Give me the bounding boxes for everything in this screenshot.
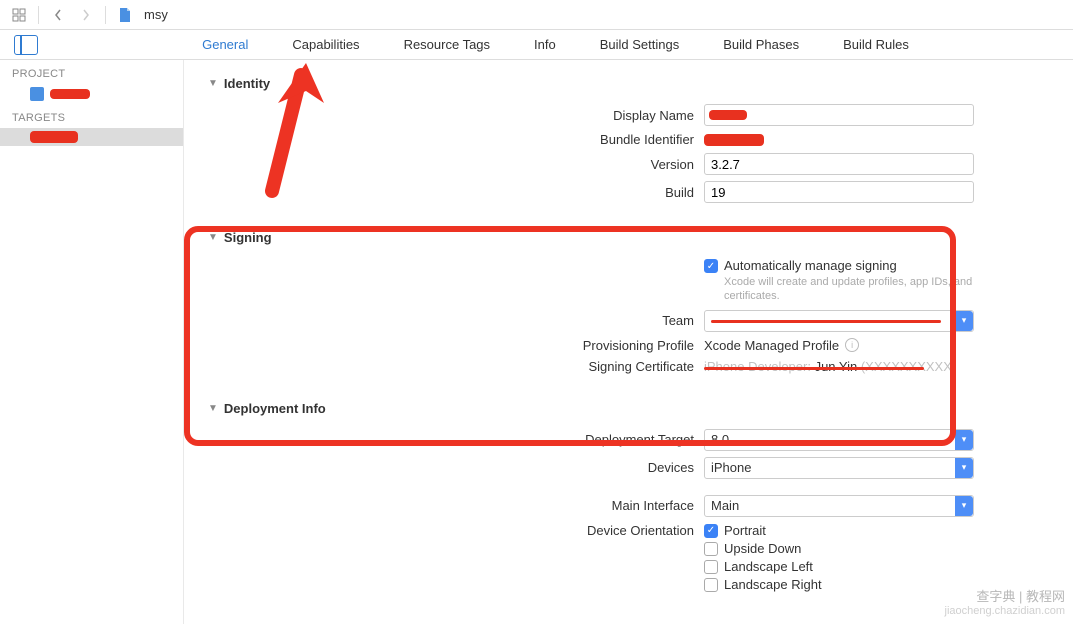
divider [105, 6, 106, 24]
chevron-down-icon: ▾ [955, 430, 973, 450]
chevron-down-icon: ▾ [955, 458, 973, 478]
label-deployment-target: Deployment Target [184, 432, 704, 447]
value-provisioning: Xcode Managed Profile [704, 338, 839, 353]
chevron-down-icon: ▾ [955, 311, 973, 331]
breadcrumb-file-name[interactable]: msy [144, 7, 168, 22]
checkbox-auto-signing[interactable]: ✓ [704, 259, 718, 273]
editor-tabs-row: General Capabilities Resource Tags Info … [0, 30, 1073, 60]
divider [38, 6, 39, 24]
input-display-name[interactable] [704, 104, 974, 126]
label-device-orientation: Device Orientation [184, 523, 704, 538]
label-devices: Devices [184, 460, 704, 475]
tab-capabilities[interactable]: Capabilities [270, 30, 381, 60]
label-main-interface: Main Interface [184, 498, 704, 513]
main-split: PROJECT TARGETS ▼ Identity Display Name … [0, 60, 1073, 624]
disclosure-triangle-icon: ▼ [208, 403, 218, 414]
label-auto-signing: Automatically manage signing [724, 258, 1004, 273]
redacted-project-name [50, 89, 90, 99]
label-signing-cert: Signing Certificate [184, 359, 704, 374]
label-landscape-right: Landscape Right [724, 577, 822, 592]
section-title-deployment: Deployment Info [224, 401, 326, 416]
label-build: Build [184, 185, 704, 200]
sidebar-target-item[interactable] [0, 128, 183, 146]
back-icon[interactable] [49, 6, 67, 24]
sidebar-project-item[interactable] [0, 84, 183, 104]
identity-form: Display Name Bundle Identifier Version B… [184, 97, 1073, 224]
value-main-interface: Main [711, 498, 739, 513]
project-icon [30, 87, 44, 101]
project-navigator-sidebar: PROJECT TARGETS [0, 60, 184, 624]
tab-general[interactable]: General [180, 30, 270, 60]
signing-form: ✓ Automatically manage signing Xcode wil… [184, 251, 1073, 395]
tab-resource-tags[interactable]: Resource Tags [382, 30, 512, 60]
select-main-interface[interactable]: Main ▾ [704, 495, 974, 517]
chevron-down-icon: ▾ [955, 496, 973, 516]
top-toolbar: msy [0, 0, 1073, 30]
label-version: Version [184, 157, 704, 172]
section-header-deployment[interactable]: ▼ Deployment Info [184, 395, 1073, 422]
section-header-identity[interactable]: ▼ Identity [184, 70, 1073, 97]
editor-content: ▼ Identity Display Name Bundle Identifie… [184, 60, 1073, 624]
redacted-bundle-id [704, 134, 764, 146]
sidebar-project-label: PROJECT [0, 60, 183, 84]
tab-build-settings[interactable]: Build Settings [578, 30, 702, 60]
label-upside-down: Upside Down [724, 541, 801, 556]
disclosure-triangle-icon: ▼ [208, 78, 218, 89]
checkbox-landscape-right[interactable] [704, 578, 718, 592]
value-deployment-target: 8.0 [711, 432, 729, 447]
value-devices: iPhone [711, 460, 751, 475]
tab-info[interactable]: Info [512, 30, 578, 60]
section-title-signing: Signing [224, 230, 272, 245]
info-icon[interactable]: i [845, 338, 859, 352]
tab-build-rules[interactable]: Build Rules [821, 30, 931, 60]
sidebar-targets-label: TARGETS [0, 104, 183, 128]
label-provisioning: Provisioning Profile [184, 338, 704, 353]
panel-toggle-icon[interactable] [14, 35, 38, 55]
watermark: 查字典 | 教程网 jiaocheng.chazidian.com [945, 589, 1065, 618]
deployment-form: Deployment Target 8.0 ▾ Devices iPhone ▾ [184, 422, 1073, 613]
input-version[interactable] [704, 153, 974, 175]
disclosure-triangle-icon: ▼ [208, 232, 218, 243]
select-deployment-target[interactable]: 8.0 ▾ [704, 429, 974, 451]
input-build[interactable] [704, 181, 974, 203]
label-landscape-left: Landscape Left [724, 559, 813, 574]
helper-auto-signing: Xcode will create and update profiles, a… [724, 275, 1004, 304]
section-header-signing[interactable]: ▼ Signing [184, 224, 1073, 251]
label-bundle-id: Bundle Identifier [184, 132, 704, 147]
forward-icon[interactable] [77, 6, 95, 24]
redacted-target-name [30, 131, 78, 143]
label-portrait: Portrait [724, 523, 766, 538]
label-team: Team [184, 313, 704, 328]
select-devices[interactable]: iPhone ▾ [704, 457, 974, 479]
checkbox-upside-down[interactable] [704, 542, 718, 556]
tab-build-phases[interactable]: Build Phases [701, 30, 821, 60]
section-title-identity: Identity [224, 76, 270, 91]
checkbox-portrait[interactable]: ✓ [704, 524, 718, 538]
checkbox-landscape-left[interactable] [704, 560, 718, 574]
select-team[interactable]: ▾ [704, 310, 974, 332]
editor-tabs: General Capabilities Resource Tags Info … [38, 30, 1073, 60]
grid-icon[interactable] [10, 6, 28, 24]
label-display-name: Display Name [184, 108, 704, 123]
file-icon [116, 6, 134, 24]
